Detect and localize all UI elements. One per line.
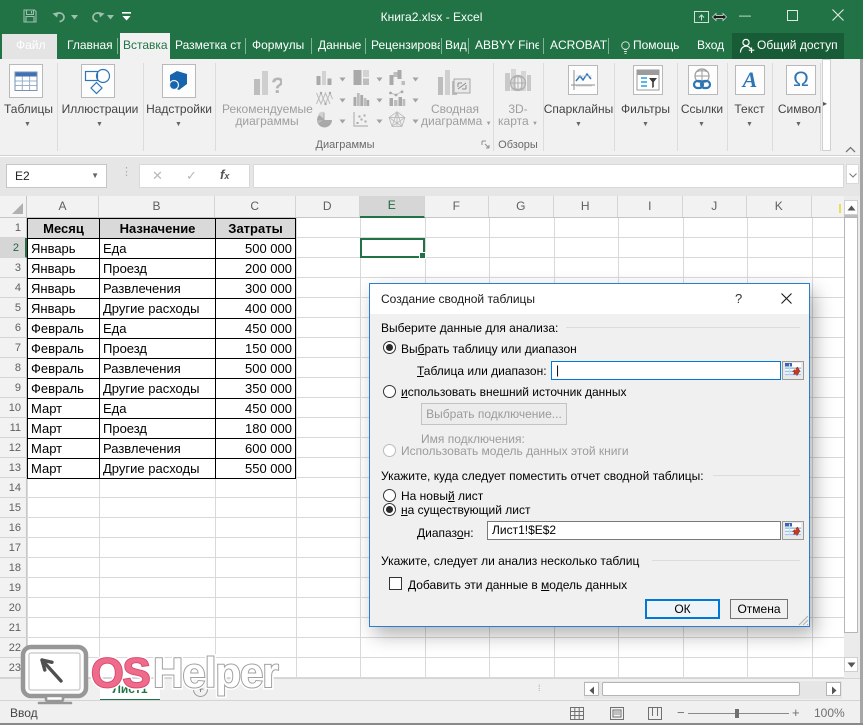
svg-text:OS: OS <box>91 649 150 696</box>
svg-text:Helper: Helper <box>153 649 278 696</box>
svg-text:?: ? <box>271 73 282 97</box>
